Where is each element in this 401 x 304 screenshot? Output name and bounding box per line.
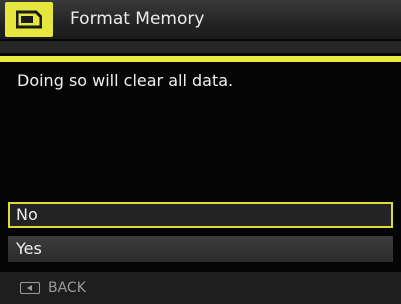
title-bar: Format Memory	[0, 0, 401, 39]
page-title: Format Memory	[70, 9, 205, 29]
memory-card-icon	[5, 2, 53, 37]
footer-bar: BACK	[0, 272, 401, 304]
accent-divider	[0, 56, 401, 62]
back-key-icon	[20, 282, 40, 294]
camera-menu-screen: Format Memory Doing so will clear all da…	[0, 0, 401, 304]
option-yes-button[interactable]: Yes	[8, 236, 393, 262]
warning-message: Doing so will clear all data.	[17, 71, 234, 90]
option-no-button[interactable]: No	[8, 202, 393, 228]
back-label[interactable]: BACK	[48, 279, 86, 297]
header-divider	[0, 41, 401, 53]
